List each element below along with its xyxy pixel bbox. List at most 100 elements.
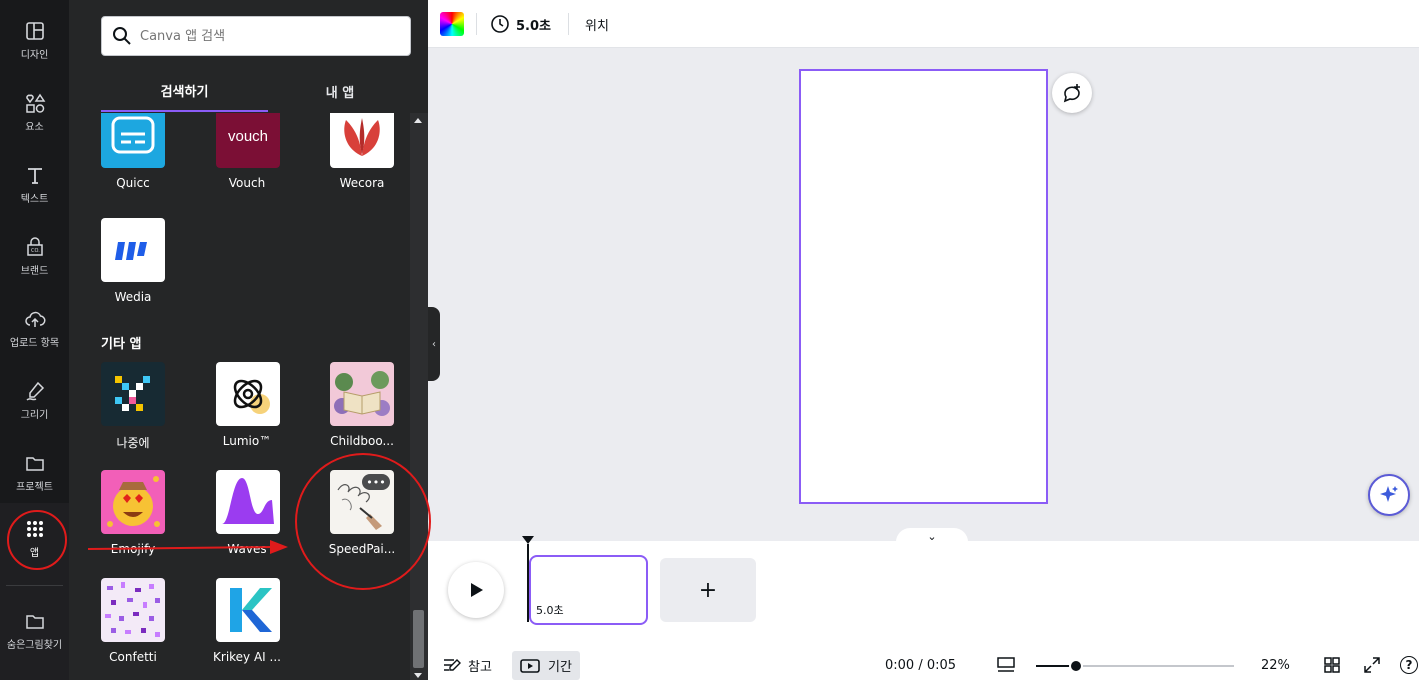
toolbar-divider [476,13,477,35]
comment-plus-icon [1063,84,1080,103]
design-page[interactable] [799,69,1048,504]
shapes-icon [25,93,45,113]
app-card-confetti[interactable]: Confetti [83,578,183,673]
scroll-down-arrow[interactable] [414,673,422,678]
left-rail: 디자인 요소 텍스트 CO. 브랜드 업로드 항목 그리기 프로젝트 앱 숨은그… [0,0,69,680]
wedia-icon [101,218,165,282]
rail-item-elements[interactable]: 요소 [0,82,69,142]
tab-my-apps[interactable]: 내 앱 [269,70,411,112]
app-name: Wedia [114,290,152,304]
fullscreen-button[interactable] [1363,650,1381,680]
app-card-krikey[interactable]: Krikey AI ... [197,578,297,673]
rail-label: 프로젝트 [16,481,53,493]
timeline-icon [520,658,540,673]
childbook-icon [330,362,394,426]
grid-view-button[interactable] [1323,650,1341,680]
zoom-slider[interactable] [1036,659,1234,673]
rail-label: 그리기 [20,409,49,421]
folder-icon [25,614,44,629]
rail-item-projects[interactable]: 프로젝트 [0,442,69,502]
position-button[interactable]: 위치 [585,0,609,48]
zoom-level[interactable]: 22% [1261,650,1290,680]
app-card-vouch[interactable]: vouch Vouch [197,113,297,199]
notes-button[interactable]: 참고 [442,650,492,680]
toolbar-divider [568,13,569,35]
vouch-icon: vouch [216,113,280,168]
rail-label: 디자인 [20,49,49,61]
search-icon [113,27,131,45]
time-display: 0:00 / 0:05 [885,650,956,680]
playhead-marker[interactable] [522,536,534,544]
fullscreen-icon [1364,657,1380,673]
add-page-button[interactable]: + [660,558,756,622]
annotation-circle-speedpaint [295,453,431,590]
sparkle-icon [1380,486,1398,502]
emojify-icon [101,470,165,534]
notes-icon [444,659,461,671]
rail-item-uploads[interactable]: 업로드 항목 [0,298,69,358]
clock-icon [491,15,509,33]
panel-scrollbar-thumb[interactable] [413,610,424,668]
panel-scrollbar[interactable] [410,113,428,680]
brand-icon: CO. [26,236,43,256]
duration-toggle-button[interactable]: 기간 [512,651,580,680]
app-card-later[interactable]: 나중에 [83,362,183,457]
quicc-icon [101,113,165,168]
rail-divider [6,585,63,586]
app-name: Lumio™ [222,434,272,448]
add-comment-button[interactable] [1052,73,1092,113]
app-name: Childboo... [330,434,394,448]
app-name: Quicc [116,176,150,190]
confetti-icon [101,578,165,642]
app-card-wecora[interactable]: Wecora [312,113,410,199]
rail-item-text[interactable]: 텍스트 [0,154,69,214]
rail-item-hidden-pictures[interactable]: 숨은그림찾기 [0,600,69,660]
later-icon [101,362,165,426]
app-name: Vouch [228,176,266,190]
top-toolbar: 5.0초 위치 [428,0,1419,48]
clip-duration-label: 5.0초 [536,604,564,617]
annotation-arrow [87,540,288,554]
krikey-icon [216,578,280,642]
app-name: 나중에 [116,436,150,450]
app-search-input[interactable] [140,28,390,44]
app-card-childbook[interactable]: Childboo... [312,362,410,457]
color-picker-button[interactable] [440,12,464,36]
annotation-circle-apps [7,510,67,570]
vouch-logo-text: vouch [227,127,269,145]
page-view-button[interactable] [996,650,1016,680]
time-display-text: 0:00 / 0:05 [885,657,957,673]
tab-browse[interactable]: 검색하기 [101,70,268,112]
rail-item-design[interactable]: 디자인 [0,10,69,70]
chevron-left-icon: ‹ [432,338,436,350]
help-icon: ? [1400,656,1418,674]
rail-label: 요소 [25,121,44,133]
folder-icon [25,456,44,471]
text-icon [27,167,42,184]
position-label: 위치 [585,18,609,34]
rail-label: 숨은그림찾기 [6,639,63,651]
app-search-box[interactable] [101,16,411,56]
help-button[interactable]: ? [1400,650,1418,680]
rail-item-draw[interactable]: 그리기 [0,370,69,430]
rail-label: 텍스트 [20,193,49,205]
play-button[interactable] [448,562,504,618]
svg-text:CO.: CO. [31,248,40,254]
duration-button[interactable]: 5.0초 [490,0,551,48]
notes-label: 참고 [468,659,492,675]
duration-label: 5.0초 [516,18,551,34]
zoom-slider-thumb[interactable] [1068,659,1083,673]
magic-assistant-button[interactable] [1368,474,1410,516]
app-card-lumio[interactable]: Lumio™ [197,362,297,457]
apps-list: Quicc vouch Vouch Wecora Wedia 기타 앱 나중에 … [69,113,410,680]
app-card-quicc[interactable]: Quicc [83,113,183,199]
scroll-up-arrow[interactable] [414,118,422,123]
rail-item-brand[interactable]: CO. 브랜드 [0,226,69,286]
plus-icon: + [698,577,718,603]
layout-icon [25,21,44,40]
app-card-wedia[interactable]: Wedia [83,218,183,313]
app-name: Wecora [339,176,385,190]
timeline-clip[interactable]: 5.0초 [529,555,648,625]
page-view-icon [997,657,1015,672]
collapse-panel-handle[interactable]: ‹ [428,307,440,381]
